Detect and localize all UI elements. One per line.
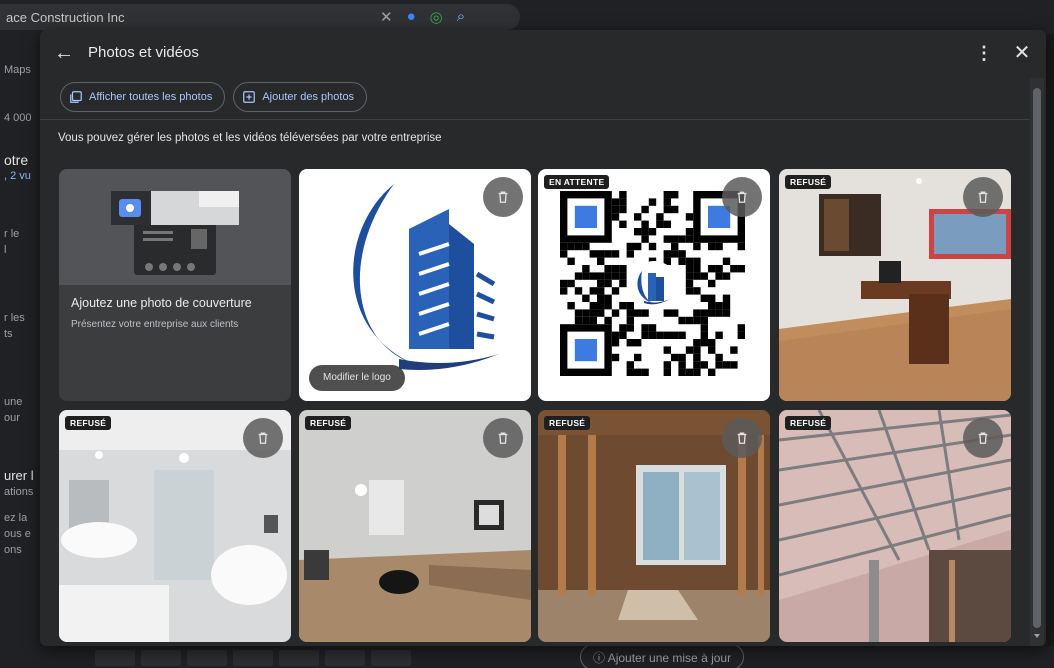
cover-card-subtitle: Présentez votre entreprise aux clients — [71, 319, 239, 330]
delete-insulation-photo-button[interactable] — [963, 418, 1003, 458]
lens-icon[interactable]: ◎ — [430, 8, 443, 26]
close-icon[interactable]: ✕ — [1010, 42, 1034, 66]
trash-icon — [258, 432, 268, 444]
refused-status-badge: REFUSÉ — [785, 416, 832, 430]
mic-icon[interactable]: ● — [407, 8, 416, 26]
bg-text: urer l — [4, 468, 34, 483]
cover-card-title: Ajoutez une photo de couverture — [71, 296, 252, 310]
logo-photo-tile[interactable]: Modifier le logo — [299, 169, 531, 401]
bg-text: Maps — [4, 64, 31, 76]
qr-code-photo-tile[interactable]: EN ATTENTE — [538, 169, 770, 401]
refused-status-badge: REFUSÉ — [544, 416, 591, 430]
refused-status-badge: REFUSÉ — [785, 175, 832, 189]
cover-preview-illustration — [111, 191, 239, 275]
bg-text: r le — [4, 228, 20, 240]
action-chips: Afficher toutes les photos Ajouter des p… — [60, 82, 368, 112]
trash-icon — [978, 191, 988, 203]
show-all-photos-label: Afficher toutes les photos — [89, 91, 213, 103]
add-photos-button[interactable]: Ajouter des photos — [233, 82, 368, 112]
bg-text: ts — [4, 328, 13, 340]
show-all-photos-button[interactable]: Afficher toutes les photos — [60, 82, 226, 112]
add-photos-label: Ajouter des photos — [262, 91, 355, 103]
pending-status-badge: EN ATTENTE — [544, 175, 610, 189]
bg-text: r les — [4, 312, 25, 324]
refused-status-badge: REFUSÉ — [65, 416, 112, 430]
background-bottom-blocks — [95, 650, 411, 666]
refused-status-badge: REFUSÉ — [305, 416, 352, 430]
bathroom-photo-tile[interactable]: REFUSÉ — [59, 410, 291, 642]
bg-text: l — [4, 244, 7, 256]
add-update-button[interactable]: ⓘ Ajouter une mise à jour — [580, 644, 745, 668]
clear-icon[interactable]: ✕ — [380, 8, 393, 26]
bg-text: 4 000 — [4, 112, 32, 124]
back-arrow-icon[interactable]: ← — [52, 42, 76, 66]
bg-text: our — [4, 412, 20, 424]
office-photo-tile[interactable]: REFUSÉ — [779, 169, 1011, 401]
bg-text: ous e — [4, 528, 31, 540]
header-divider — [40, 119, 1030, 120]
background-left-panel: Maps 4 000 otre , 2 vu r le l r les ts u… — [0, 34, 40, 668]
trash-icon — [978, 432, 988, 444]
trash-icon — [737, 432, 747, 444]
bg-text: une — [4, 396, 23, 408]
more-options-icon[interactable]: ⋮ — [972, 42, 996, 66]
bg-text: ons — [4, 544, 22, 556]
bg-text: , 2 vu — [4, 170, 31, 182]
scroll-down-arrow-icon[interactable] — [1034, 634, 1040, 638]
add-photo-icon — [243, 91, 256, 103]
trash-icon — [737, 191, 747, 203]
framing-photo-tile[interactable]: REFUSÉ — [538, 410, 770, 642]
dialog-header: ← Photos et vidéos ⋮ ✕ — [40, 30, 1046, 78]
dialog-scrollbar[interactable] — [1030, 78, 1044, 646]
search-icon[interactable]: ⌕ — [457, 8, 465, 26]
add-update-label: Ajouter une mise à jour — [607, 651, 732, 665]
edit-logo-button[interactable]: Modifier le logo — [309, 365, 405, 391]
add-cover-photo-card[interactable]: Ajoutez une photo de couverture Présente… — [59, 169, 291, 401]
delete-bathroom-photo-button[interactable] — [243, 418, 283, 458]
photos-dialog: ← Photos et vidéos ⋮ ✕ Afficher toutes l… — [40, 30, 1046, 646]
delete-office-photo-button[interactable] — [963, 177, 1003, 217]
delete-renovation-photo-button[interactable] — [483, 418, 523, 458]
delete-logo-button[interactable] — [483, 177, 523, 217]
scrollbar-thumb[interactable] — [1033, 88, 1041, 628]
renovation-room-photo-tile[interactable]: REFUSÉ — [299, 410, 531, 642]
background-search-box[interactable]: ace Construction Inc ✕ ● ◎ ⌕ — [0, 4, 520, 30]
trash-icon — [498, 191, 508, 203]
dialog-title: Photos et vidéos — [88, 44, 199, 61]
cover-illustration — [59, 169, 291, 285]
bg-text: ations — [4, 486, 34, 498]
background-search-text: ace Construction Inc — [6, 10, 125, 25]
delete-framing-photo-button[interactable] — [722, 418, 762, 458]
insulation-photo-tile[interactable]: REFUSÉ — [779, 410, 1011, 642]
bg-text: ez la — [4, 512, 28, 524]
delete-qr-button[interactable] — [722, 177, 762, 217]
trash-icon — [498, 432, 508, 444]
bg-text: otre — [4, 152, 29, 168]
photo-library-icon — [70, 91, 82, 103]
dialog-description: Vous pouvez gérer les photos et les vidé… — [58, 132, 442, 144]
